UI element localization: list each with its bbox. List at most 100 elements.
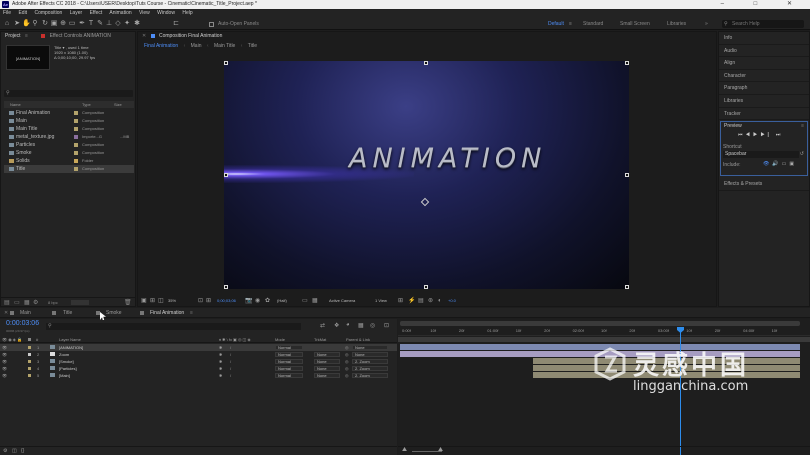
include-audio-icon[interactable]: 🔊 <box>772 161 781 167</box>
layer-name[interactable]: [Main] <box>59 372 70 379</box>
quality-switch-icon[interactable]: / <box>230 344 231 351</box>
parent-dropdown[interactable]: 2. Zoom <box>352 366 388 371</box>
panel-libraries[interactable]: Libraries <box>719 95 809 108</box>
layer-label-swatch[interactable] <box>28 367 31 370</box>
panel-effects-presets[interactable]: Effects & Presets <box>719 178 809 191</box>
label-color-swatch[interactable] <box>74 135 78 139</box>
label-color-swatch[interactable] <box>74 143 78 147</box>
zoom-in-icon[interactable]: ⛰ <box>438 447 443 454</box>
reset-exposure-icon[interactable]: ◐ <box>438 296 442 306</box>
transfer-controls-toggle-icon[interactable]: ◫ <box>12 448 17 454</box>
blend-mode-dropdown[interactable]: Normal <box>275 345 303 350</box>
menu-help[interactable]: Help <box>182 10 192 16</box>
composition-canvas[interactable]: ANIMATION <box>224 61 629 289</box>
visibility-icon[interactable]: 👁 <box>2 351 7 358</box>
brush-tool-icon[interactable]: ✎ <box>96 20 104 28</box>
draft-3d-icon[interactable]: ❖ <box>334 322 339 329</box>
search-help-field[interactable]: ⚲ Search Help <box>722 20 804 28</box>
zoom-out-icon[interactable]: ⛰ <box>402 447 407 454</box>
project-flowchart-slider[interactable] <box>71 300 89 305</box>
preview-menu-icon[interactable]: ≡ <box>801 123 804 129</box>
label-color-swatch[interactable] <box>74 167 78 171</box>
transparency-grid-icon[interactable]: ▦ <box>312 296 318 306</box>
breadcrumb-main-title[interactable]: Main Title <box>214 43 235 49</box>
selection-tool-icon[interactable]: ➤ <box>13 20 21 28</box>
panel-info[interactable]: Info <box>719 32 809 45</box>
in-out-toggle-icon[interactable]: {} <box>21 448 24 454</box>
parent-dropdown[interactable]: 2. Zoom <box>352 373 388 378</box>
project-item[interactable]: metal_texture.jpg Importe...G ...MB <box>4 133 134 141</box>
parent-dropdown[interactable]: None <box>352 352 388 357</box>
channel-icon[interactable]: ✿ <box>265 296 270 306</box>
zoom-tool-icon[interactable]: ⚲ <box>31 20 39 28</box>
shortcut-dropdown[interactable]: Spacebar <box>723 151 799 159</box>
quality-switch-icon[interactable]: / <box>230 372 231 379</box>
menu-file[interactable]: File <box>3 10 11 16</box>
workspace-standard[interactable]: Standard <box>583 18 603 30</box>
new-folder-icon[interactable]: ▭ <box>14 299 20 306</box>
visibility-icon[interactable]: 👁 <box>2 344 7 351</box>
layer-name[interactable]: [Particles] <box>59 365 77 372</box>
title-safe-icon[interactable]: ⊞ <box>206 296 211 306</box>
roto-brush-tool-icon[interactable]: ✦ <box>123 20 131 28</box>
panel-align[interactable]: Align <box>719 57 809 70</box>
track-matte-dropdown[interactable]: None <box>314 352 340 357</box>
always-preview-icon[interactable]: ▣ <box>141 296 147 306</box>
column-layer-name[interactable]: Layer Name <box>59 336 81 343</box>
menu-edit[interactable]: Edit <box>18 10 27 16</box>
panel-tracker[interactable]: Tracker <box>719 108 809 121</box>
project-item[interactable]: Solids Folder <box>4 157 134 165</box>
include-layer-controls-icon[interactable]: ▣ <box>789 161 797 167</box>
pick-whip-icon[interactable]: ◎ <box>345 372 349 379</box>
project-item[interactable]: Particles Composition <box>4 141 134 149</box>
close-tab-icon[interactable]: ✕ <box>142 33 146 39</box>
graph-editor-icon[interactable]: ⊡ <box>384 322 389 329</box>
workspace-menu-icon[interactable]: ≡ <box>569 18 572 30</box>
layer-row[interactable]: 👁 1 [ANIMATION] ✱ / Normal ◎ None <box>0 344 397 351</box>
auto-open-panels-checkbox[interactable] <box>209 22 214 27</box>
snapshot-icon[interactable]: 📷 <box>245 296 252 306</box>
parent-dropdown[interactable]: None <box>352 345 388 350</box>
handle-right[interactable] <box>625 173 629 177</box>
fit-icon[interactable]: ⊡ <box>198 296 203 306</box>
layer-name[interactable]: [ANIMATION] <box>59 344 83 351</box>
region-of-interest-icon[interactable]: ▭ <box>302 296 308 306</box>
composition-tab-title[interactable]: Composition Final Animation <box>159 33 222 39</box>
column-size[interactable]: Size <box>114 101 122 108</box>
panel-character[interactable]: Character <box>719 70 809 83</box>
menu-effect[interactable]: Effect <box>90 10 103 16</box>
current-time-display[interactable]: 0;00;03;06 <box>217 296 236 306</box>
visibility-icon[interactable]: 👁 <box>2 358 7 365</box>
label-color-swatch[interactable] <box>74 159 78 163</box>
anchor-point-icon[interactable] <box>420 197 430 207</box>
panel-paragraph[interactable]: Paragraph <box>719 82 809 95</box>
tab-title[interactable]: Title <box>63 308 72 318</box>
layer-row[interactable]: 👁 2 Zoom ✱ / Normal None ◎ None <box>0 351 397 358</box>
menu-animation[interactable]: Animation <box>109 10 131 16</box>
pick-whip-icon[interactable]: ◎ <box>345 365 349 372</box>
layer-row[interactable]: 👁 5 [Main] ✱ / Normal None ◎ 2. Zoom <box>0 372 397 379</box>
tab-final-animation[interactable]: Final Animation <box>150 308 184 318</box>
handle-top-left[interactable] <box>224 61 228 65</box>
3d-view-dropdown[interactable]: Active Camera <box>329 296 355 306</box>
snapping-icon[interactable]: ⊏ <box>172 20 180 28</box>
bit-depth-label[interactable]: 8 bpc <box>48 299 58 306</box>
blend-mode-dropdown[interactable]: Normal <box>275 373 303 378</box>
panel-audio[interactable]: Audio <box>719 45 809 58</box>
workspace-libraries[interactable]: Libraries <box>667 18 686 30</box>
frame-blending-icon[interactable]: ▦ <box>358 322 364 329</box>
shy-layers-icon[interactable]: ◕ <box>346 322 350 328</box>
collapse-switch-icon[interactable]: ✱ <box>219 372 222 379</box>
breadcrumb-title[interactable]: Title <box>248 43 257 49</box>
tab-smoke[interactable]: Smoke <box>106 308 122 318</box>
clone-stamp-tool-icon[interactable]: ⊥ <box>105 20 113 28</box>
new-composition-icon[interactable]: ▦ <box>24 299 30 306</box>
layer-row[interactable]: 👁 4 [Particles] ✱ / Normal None ◎ 2. Zoom <box>0 365 397 372</box>
tab-project[interactable]: Project <box>5 33 21 39</box>
toggle-transparency-icon[interactable]: ◫ <box>158 296 164 306</box>
rectangle-tool-icon[interactable]: ▭ <box>68 20 76 28</box>
timeline-tab-menu-icon[interactable]: ≡ <box>190 308 193 318</box>
eraser-tool-icon[interactable]: ◇ <box>114 20 122 28</box>
workspace-overflow[interactable]: » <box>705 18 708 30</box>
label-color-swatch[interactable] <box>74 151 78 155</box>
